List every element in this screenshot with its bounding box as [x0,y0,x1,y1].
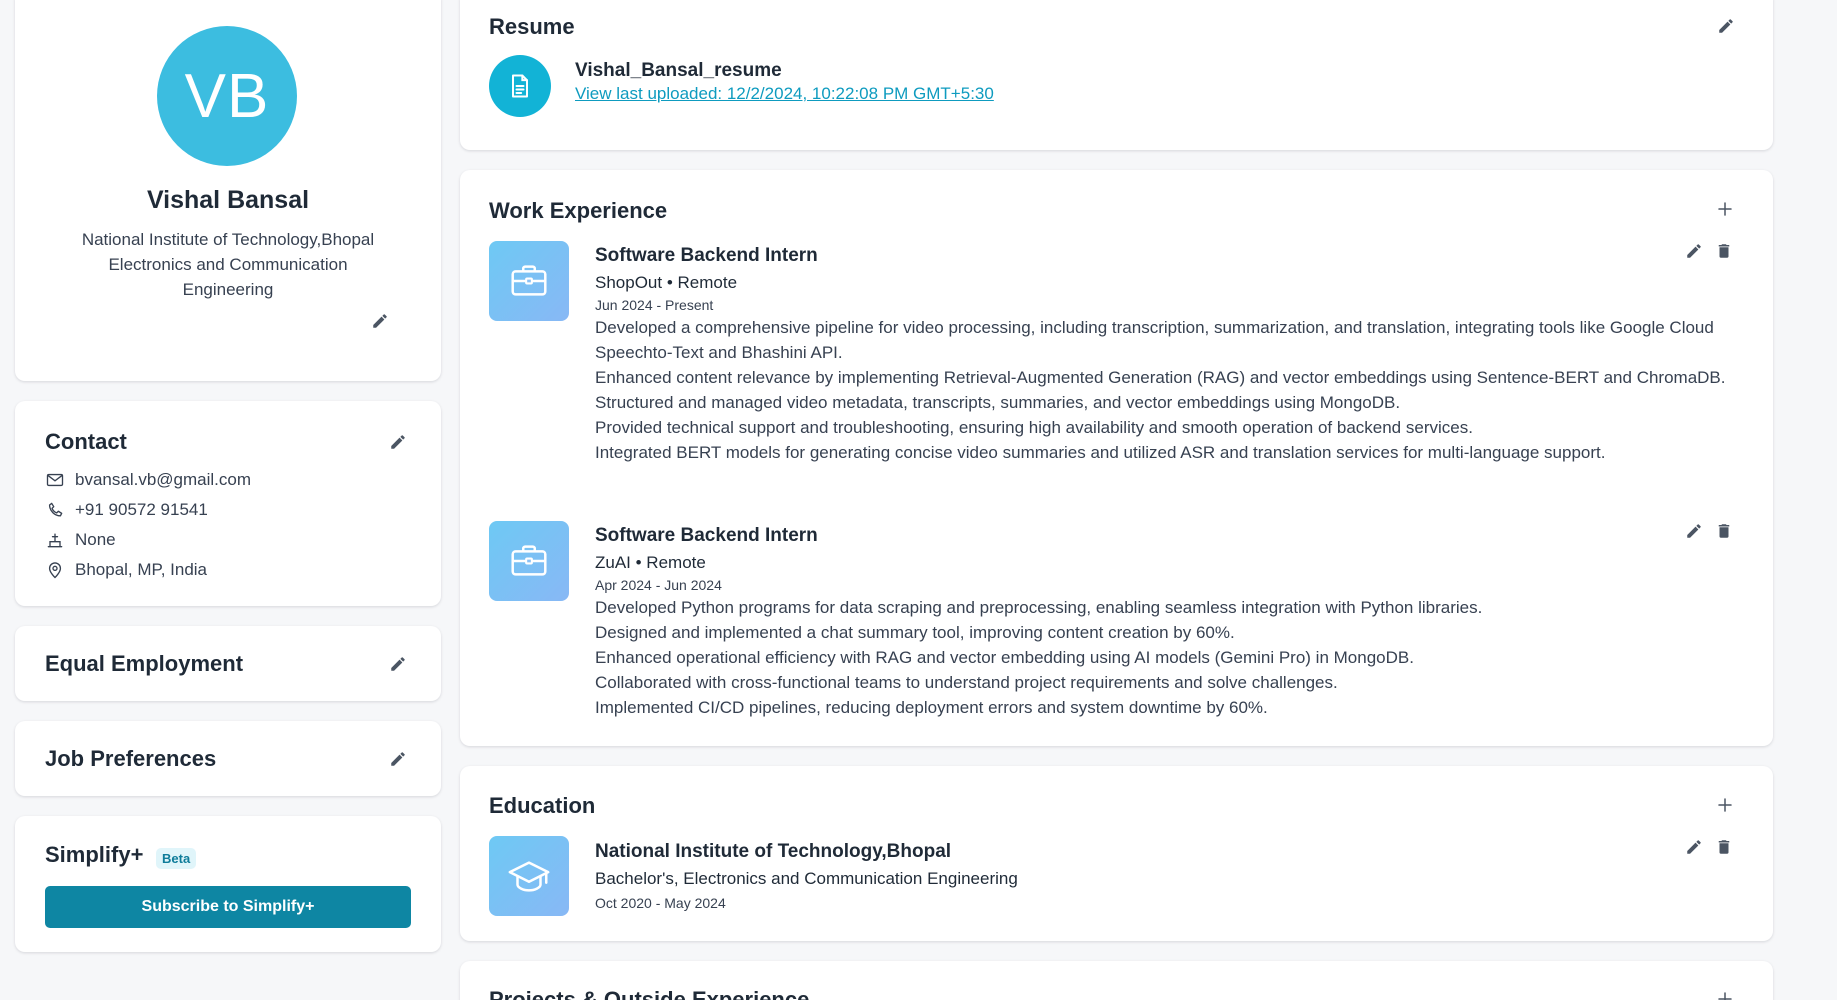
contact-website-row: None [45,530,116,550]
edit-resume-button[interactable] [1715,15,1737,37]
location-pin-icon [48,562,62,579]
pencil-icon [389,433,407,451]
edit-work-entry-button[interactable] [1683,240,1705,262]
simplify-plus-title: Simplify+ [45,842,144,867]
add-education-button[interactable] [1714,794,1736,816]
work-entry-dates: Apr 2024 - Jun 2024 [595,577,722,593]
contact-location-row: Bhopal, MP, India [45,560,207,580]
subscribe-simplify-button[interactable]: Subscribe to Simplify+ [45,886,411,928]
equal-employment-title: Equal Employment [45,651,244,676]
edit-profile-button[interactable] [369,310,391,332]
resume-file-name: Vishal_Bansal_resume [575,60,782,81]
phone-icon [48,502,63,517]
education-school: National Institute of Technology,Bhopal [595,841,952,862]
projects-card: Projects & Outside Experience [460,961,1773,1000]
add-work-experience-button[interactable] [1714,198,1736,220]
edit-work-entry-button[interactable] [1683,520,1705,542]
document-icon [489,55,551,117]
profile-name: Vishal Bansal [146,186,310,214]
beta-badge: Beta [156,848,197,869]
profile-education: National Institute of Technology,Bhopal … [65,227,391,302]
view-last-uploaded-link[interactable]: View last uploaded: 12/2/2024, 10:22:08 … [575,84,994,104]
work-experience-card: Work Experience Software Backend Intern … [460,170,1773,746]
pencil-icon [389,750,407,768]
pencil-icon [371,312,389,330]
contact-location: Bhopal, MP, India [75,560,207,579]
work-bullet: Integrated BERT models for generating co… [595,443,1606,462]
job-preferences-card[interactable]: Job Preferences [15,721,441,796]
work-entry-description: Developed a comprehensive pipeline for v… [595,315,1730,465]
avatar: VB [157,26,297,166]
work-bullet: Provided technical support and troublesh… [595,418,1473,437]
education-card: Education National Institute of Technolo… [460,766,1773,941]
work-entry-title: Software Backend Intern [595,245,818,266]
edit-education-button[interactable] [1683,836,1705,858]
work-bullet: Enhanced content relevance by implementi… [595,368,1726,387]
work-entry-dates: Jun 2024 - Present [595,297,714,313]
work-bullet: Enhanced operational efficiency with RAG… [595,648,1414,667]
mail-icon [46,473,64,487]
work-bullet: Implemented CI/CD pipelines, reducing de… [595,698,1268,717]
edit-equal-employment-button[interactable] [387,653,409,675]
education-title: Education [489,793,596,818]
profile-institution: National Institute of Technology,Bhopal [81,230,375,249]
pencil-icon [1685,838,1703,856]
job-preferences-title: Job Preferences [45,746,217,771]
work-bullet: Designed and implemented a chat summary … [595,623,1235,642]
contact-email: bvansal.vb@gmail.com [75,470,251,489]
briefcase-icon [489,241,569,321]
profile-major: Electronics and Communication Engineerin… [108,255,348,299]
delete-work-entry-button[interactable] [1713,240,1735,262]
briefcase-icon [489,521,569,601]
work-entry-title: Software Backend Intern [595,525,818,546]
trash-icon [1715,838,1733,856]
delete-work-entry-button[interactable] [1713,520,1735,542]
work-entry-company: ShopOut • Remote [595,273,738,292]
projects-title: Projects & Outside Experience [489,987,810,1000]
work-bullet: Developed Python programs for data scrap… [595,598,1483,617]
add-project-button[interactable] [1714,988,1736,1000]
plus-icon [1716,990,1734,1000]
pencil-icon [1685,522,1703,540]
contact-email-row: bvansal.vb@gmail.com [45,470,251,490]
work-experience-title: Work Experience [489,198,668,223]
simplify-plus-card: Simplify+ Beta Subscribe to Simplify+ [15,816,441,952]
plus-icon [1716,200,1734,218]
trash-icon [1715,522,1733,540]
contact-card: Contact bvansal.vb@gmail.com +91 90572 9… [15,401,441,606]
pencil-icon [389,655,407,673]
work-entry-description: Developed Python programs for data scrap… [595,595,1730,720]
delete-education-button[interactable] [1713,836,1735,858]
work-entry-company: ZuAI • Remote [595,553,706,572]
resume-title: Resume [489,14,575,39]
edit-job-preferences-button[interactable] [387,748,409,770]
work-bullet: Developed a comprehensive pipeline for v… [595,318,1714,362]
work-bullet: Structured and managed video metadata, t… [595,393,1401,412]
work-bullet: Collaborated with cross-functional teams… [595,673,1338,692]
resume-card: Resume Vishal_Bansal_resume View last up… [460,0,1773,150]
contact-phone: +91 90572 91541 [75,500,208,519]
plus-icon [1716,796,1734,814]
pencil-icon [1685,242,1703,260]
trash-icon [1715,242,1733,260]
profile-card: VB Vishal Bansal National Institute of T… [15,0,441,381]
contact-website: None [75,530,116,549]
pencil-icon [1717,17,1735,35]
education-dates: Oct 2020 - May 2024 [595,895,726,911]
contact-title: Contact [45,429,127,454]
graduation-cap-icon [489,836,569,916]
contact-phone-row: +91 90572 91541 [45,500,208,520]
equal-employment-card[interactable]: Equal Employment [15,626,441,701]
education-degree: Bachelor's, Electronics and Communicatio… [595,869,1018,888]
globe-icon [47,533,63,548]
edit-contact-button[interactable] [387,431,409,453]
